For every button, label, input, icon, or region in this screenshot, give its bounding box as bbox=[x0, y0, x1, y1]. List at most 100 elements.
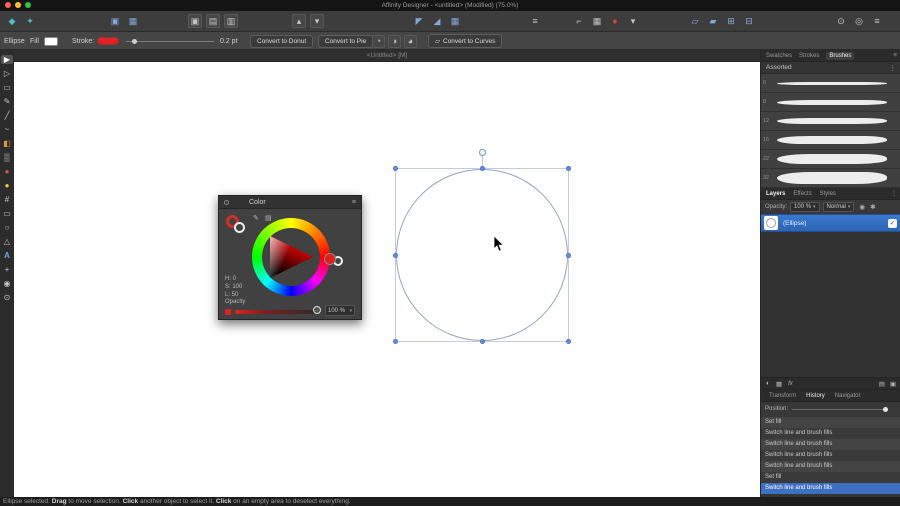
view-mode-icon[interactable]: ◎ bbox=[852, 14, 866, 28]
tab-transform[interactable]: Transform bbox=[769, 393, 796, 399]
polygon-tool[interactable]: △ bbox=[1, 237, 13, 246]
align-left-icon[interactable]: ◤ bbox=[412, 14, 426, 28]
tab-strokes[interactable]: Strokes bbox=[799, 53, 819, 59]
stroke-width-value[interactable]: 0.2 pt bbox=[220, 32, 238, 50]
picture-frame-icon[interactable]: ▦ bbox=[126, 14, 140, 28]
history-entry[interactable]: Switch line and brush fills bbox=[761, 450, 900, 461]
pencil-tool[interactable]: ╱ bbox=[1, 111, 13, 120]
color-wheel-icon[interactable]: ◐ bbox=[766, 380, 770, 387]
history-entry[interactable]: Switch line and brush fills bbox=[761, 439, 900, 450]
fill-color-well[interactable] bbox=[234, 222, 245, 233]
opacity-slider-knob[interactable] bbox=[313, 306, 321, 314]
layer-alpha-icon[interactable]: ◉ bbox=[859, 203, 865, 211]
tab-effects[interactable]: Effects bbox=[793, 191, 811, 197]
selection-handle-n[interactable] bbox=[480, 166, 485, 171]
pie-mode-icon[interactable]: ◔ bbox=[372, 34, 385, 48]
node-tool[interactable]: ▷ bbox=[1, 69, 13, 78]
swatches-icon[interactable]: ▦ bbox=[776, 380, 782, 388]
selection-bounding-box[interactable] bbox=[393, 149, 571, 344]
brush-item[interactable]: 32 bbox=[761, 169, 900, 188]
opacity-value-box[interactable]: 100 % ▾ bbox=[325, 305, 355, 316]
selection-handle-ne[interactable] bbox=[566, 166, 571, 171]
document-canvas[interactable] bbox=[14, 62, 760, 497]
pencil-icon[interactable]: ✎ bbox=[253, 214, 259, 222]
corner-tool-icon[interactable]: ⌐ bbox=[572, 14, 586, 28]
brush-item[interactable]: 12 bbox=[761, 112, 900, 131]
layer-visibility-checkbox[interactable]: ✓ bbox=[888, 218, 897, 228]
opacity-caret-icon[interactable]: ▾ bbox=[349, 308, 352, 314]
export-page-icon[interactable]: ▣ bbox=[890, 380, 896, 388]
rectangle-tool[interactable]: ▭ bbox=[1, 209, 13, 218]
layers-dots-icon[interactable]: ⋮ bbox=[891, 190, 897, 197]
selection-handle-w[interactable] bbox=[393, 253, 398, 258]
move-tool[interactable]: ▶ bbox=[1, 55, 13, 64]
document-tab-label[interactable]: <Untitled> [M] bbox=[367, 52, 407, 59]
text-tool[interactable]: A bbox=[1, 251, 13, 260]
grid-options-icon[interactable]: ▦ bbox=[590, 14, 604, 28]
order-back-icon[interactable]: ▾ bbox=[310, 14, 324, 28]
panel-menu-icon[interactable]: ≡ bbox=[352, 196, 356, 209]
position-slider[interactable] bbox=[792, 406, 889, 412]
zoom-view-icon[interactable]: ⊙ bbox=[834, 14, 848, 28]
tab-swatches[interactable]: Swatches bbox=[766, 53, 792, 59]
category-dots-icon[interactable]: ⋮ bbox=[890, 64, 897, 72]
swatch-grid-icon[interactable]: ▤ bbox=[265, 214, 272, 222]
align-center-icon[interactable]: ◢ bbox=[430, 14, 444, 28]
distribute-icon[interactable]: ▦ bbox=[448, 14, 462, 28]
history-entry[interactable]: Set fill bbox=[761, 472, 900, 483]
history-entry-selected[interactable]: Switch line and brush fills bbox=[761, 483, 900, 494]
current-color-dot[interactable] bbox=[324, 253, 336, 265]
layer-name[interactable]: (Ellipse) bbox=[783, 220, 806, 227]
insert-on-top-icon[interactable]: ▤ bbox=[206, 14, 220, 28]
order-forward-icon[interactable]: ▴ bbox=[292, 14, 306, 28]
layers-empty-area[interactable] bbox=[761, 232, 900, 377]
snapshot-icon[interactable]: ▤ bbox=[879, 380, 885, 388]
view-tool[interactable]: ◉ bbox=[1, 279, 13, 288]
insert-inside-icon[interactable]: ▣ bbox=[188, 14, 202, 28]
fx-icon[interactable]: fx bbox=[788, 381, 793, 387]
donut-mode-icon[interactable]: ◑ bbox=[388, 34, 401, 48]
window-menu-icon[interactable]: ≡ bbox=[870, 14, 884, 28]
brush-item[interactable]: 16 bbox=[761, 131, 900, 150]
layer-opacity-select[interactable]: 100 % ▾ bbox=[790, 202, 820, 212]
opacity-slider[interactable] bbox=[235, 310, 319, 314]
vector-brush-tool[interactable]: ~ bbox=[1, 125, 13, 134]
swatch-red-icon[interactable]: ● bbox=[1, 167, 13, 176]
color-panel-header[interactable]: Color ≡ bbox=[219, 196, 361, 209]
stroke-swatch[interactable] bbox=[97, 32, 119, 50]
position-slider-knob[interactable] bbox=[883, 406, 889, 412]
brush-category-select[interactable]: Assorted bbox=[766, 64, 792, 71]
history-entry[interactable]: Switch line and brush fills bbox=[761, 461, 900, 472]
fill-tool[interactable]: ◧ bbox=[1, 139, 13, 148]
layer-thumbnail[interactable] bbox=[764, 216, 778, 230]
layer-settings-icon[interactable]: ✱ bbox=[870, 203, 875, 211]
selection-handle-sw[interactable] bbox=[393, 339, 398, 344]
tab-brushes[interactable]: Brushes bbox=[826, 51, 855, 60]
history-entry[interactable]: Switch line and brush fills bbox=[761, 428, 900, 439]
transform-rotate-icon[interactable]: ⊞ bbox=[724, 14, 738, 28]
box-select-tool[interactable]: ▭ bbox=[1, 83, 13, 92]
transform-shear-icon[interactable]: ⊟ bbox=[742, 14, 756, 28]
ellipse-object[interactable] bbox=[396, 169, 568, 341]
zoom-tool[interactable]: ⊙ bbox=[1, 293, 13, 302]
place-image-icon[interactable]: ▣ bbox=[108, 14, 122, 28]
layer-row[interactable]: (Ellipse) ✓ bbox=[761, 214, 900, 232]
tab-history[interactable]: History bbox=[806, 393, 825, 399]
text-justify-icon[interactable]: ≡ bbox=[528, 14, 542, 28]
tab-navigator[interactable]: Navigator bbox=[835, 393, 861, 399]
convert-to-donut-button[interactable]: Convert to Donut bbox=[250, 34, 314, 48]
fill-swatch[interactable] bbox=[44, 32, 58, 50]
snapping-icon[interactable]: ● bbox=[608, 14, 622, 28]
selection-handle-se[interactable] bbox=[566, 339, 571, 344]
export-persona-icon[interactable]: ✦ bbox=[23, 14, 37, 28]
rotation-handle[interactable] bbox=[479, 149, 486, 156]
corner-tool[interactable]: # bbox=[1, 195, 13, 204]
segment-mode-icon[interactable]: ◕ bbox=[404, 34, 417, 48]
selection-handle-s[interactable] bbox=[480, 339, 485, 344]
swatch-yellow-icon[interactable]: ● bbox=[1, 181, 13, 190]
transform-flip-h-icon[interactable]: ▱ bbox=[688, 14, 702, 28]
snapping-caret-icon[interactable]: ▾ bbox=[626, 14, 640, 28]
ellipse-tool[interactable]: ○ bbox=[1, 223, 13, 232]
brush-item[interactable]: 6 bbox=[761, 74, 900, 93]
selection-handle-nw[interactable] bbox=[393, 166, 398, 171]
